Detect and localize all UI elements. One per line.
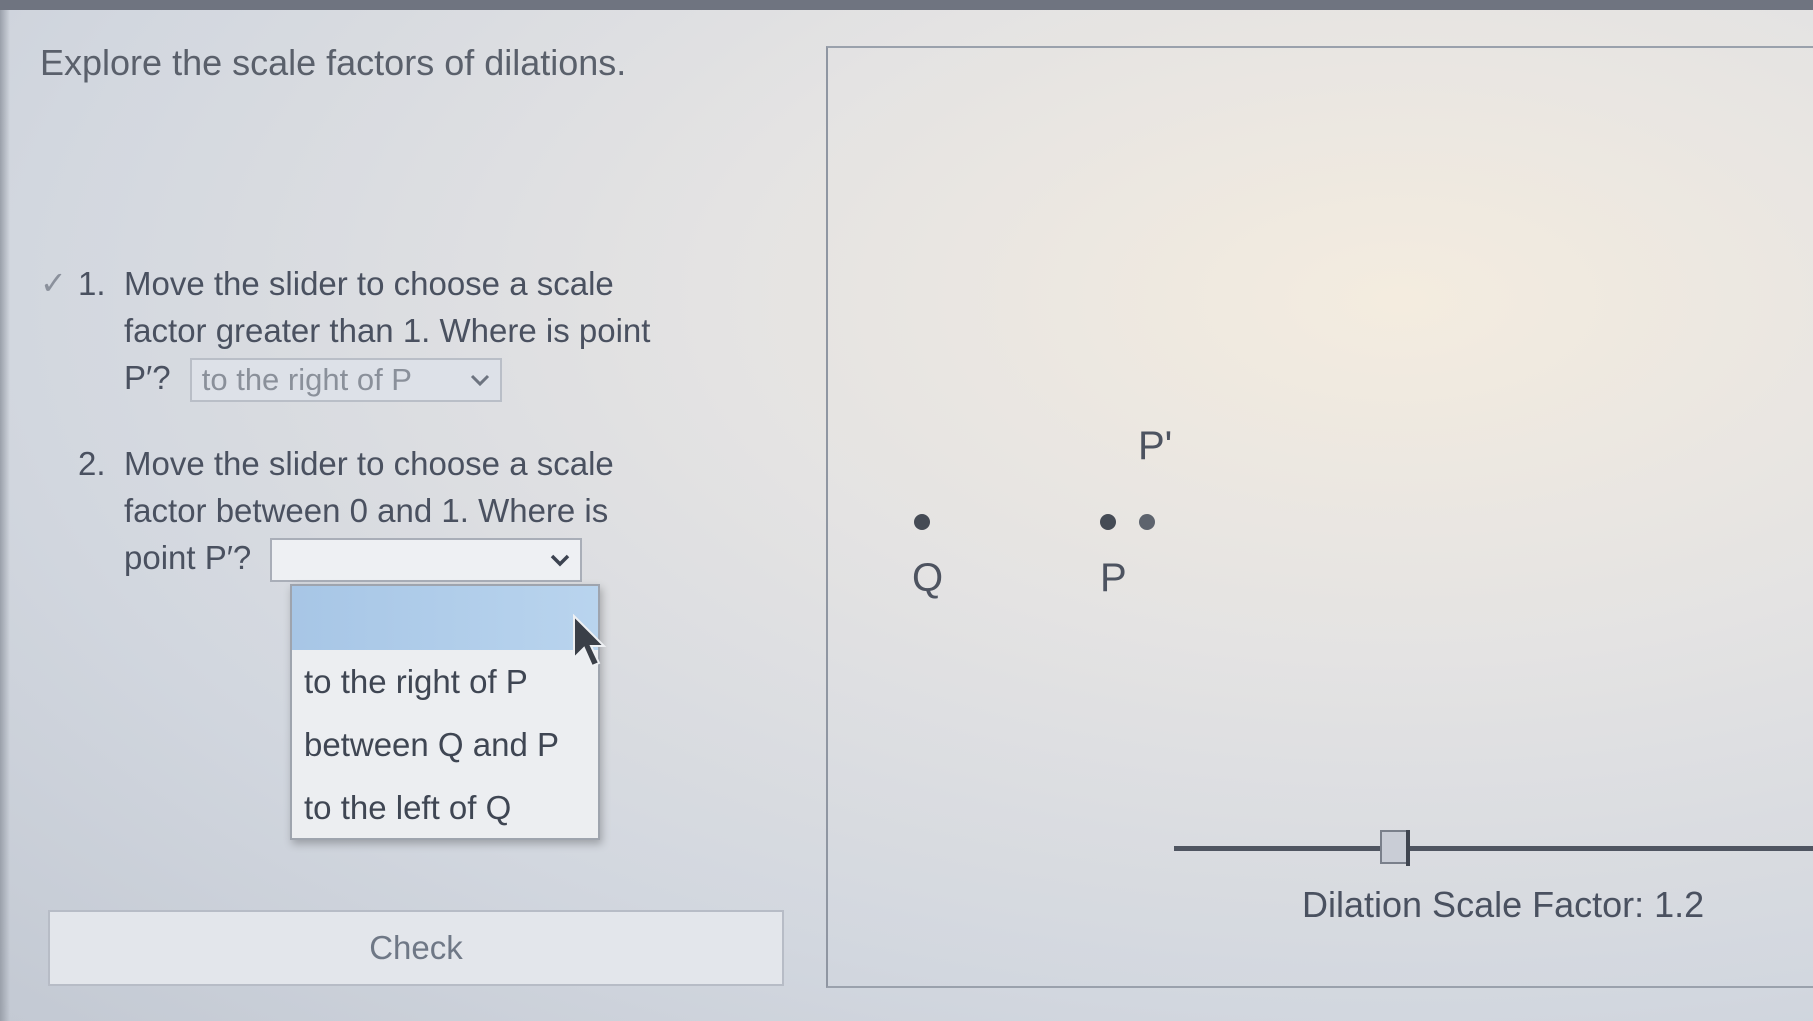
question-1-number: 1.: [78, 265, 106, 302]
window-top-bar: [0, 0, 1813, 10]
checkmark-icon: ✓: [40, 265, 67, 301]
scale-factor-label: Dilation Scale Factor:: [1302, 884, 1645, 925]
point-p-prime[interactable]: [1139, 514, 1155, 530]
scale-factor-value: 1.2: [1654, 884, 1705, 925]
chevron-down-icon: [551, 555, 570, 567]
screen-edge-shadow: [0, 10, 10, 1021]
question-2-number: 2.: [78, 445, 106, 482]
scale-factor-readout: Dilation Scale Factor: 1.2: [1302, 884, 1704, 926]
scale-factor-slider-track[interactable]: [1174, 846, 1813, 851]
question-1-prompt: P′?: [124, 359, 171, 396]
dropdown-option-left-of-q[interactable]: to the left of Q: [292, 776, 598, 839]
label-p-prime: P': [1138, 424, 1173, 468]
check-button[interactable]: Check: [48, 910, 784, 986]
question-2-answer-select[interactable]: [270, 538, 583, 583]
scale-factor-slider-tick: [1406, 830, 1410, 866]
dropdown-option-between-q-and-p[interactable]: between Q and P: [292, 713, 598, 776]
page-title: Explore the scale factors of dilations.: [40, 42, 627, 83]
question-1: 1. Move the slider to choose a scale fact…: [78, 260, 758, 403]
question-1-line-2: factor greater than 1. Where is point: [124, 312, 651, 349]
chevron-down-icon: [470, 375, 489, 387]
point-q[interactable]: [914, 514, 930, 530]
dropdown-option-right-of-p[interactable]: to the right of P: [292, 650, 598, 713]
label-q: Q: [912, 556, 944, 600]
question-1-line-1: Move the slider to choose a scale: [124, 265, 614, 302]
question-1-answer-select[interactable]: to the right of P: [189, 358, 502, 403]
mouse-pointer-icon: [573, 614, 607, 668]
question-2-line-1: Move the slider to choose a scale: [124, 445, 614, 482]
question-2-line-2: factor between 0 and 1. Where is: [124, 492, 609, 529]
question-2-prompt: point P′?: [124, 539, 252, 576]
question-2-dropdown-list: to the right of P between Q and P to the…: [290, 584, 600, 840]
question-1-selected-value: to the right of P: [201, 362, 412, 398]
point-p[interactable]: [1100, 514, 1116, 530]
scale-factor-slider-thumb[interactable]: [1380, 830, 1408, 864]
label-p: P: [1100, 556, 1127, 600]
dropdown-empty-option-highlighted[interactable]: [292, 586, 598, 650]
question-2: 2. Move the slider to choose a scale fact…: [78, 440, 758, 583]
